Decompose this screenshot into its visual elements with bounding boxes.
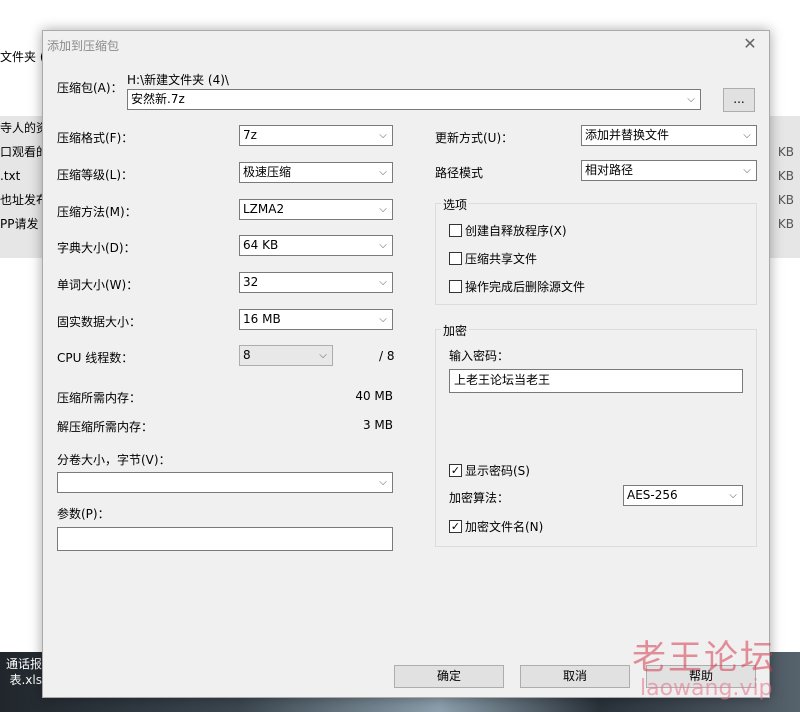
sfx-checkbox[interactable]: 创建自释放程序(X) [449, 222, 567, 239]
path-select[interactable]: 相对路径 ⌵ [581, 160, 757, 181]
word-value: 32 [243, 275, 259, 289]
mem-decompress-label: 解压缩所需内存： [57, 420, 154, 434]
file-name: 寺人的资 [0, 121, 49, 135]
chevron-down-icon: ⌵ [743, 165, 751, 176]
update-label: 更新方式(U)： [435, 131, 514, 145]
cancel-button[interactable]: 取消 [520, 665, 630, 688]
encrypt-names-label: 加密文件名(N) [465, 520, 544, 534]
chevron-down-icon: ⌵ [379, 130, 387, 141]
chevron-down-icon: ⌵ [743, 130, 751, 141]
format-label: 压缩格式(F)： [57, 131, 134, 145]
dict-value: 64 KB [243, 238, 279, 252]
checkbox-icon[interactable] [449, 224, 462, 237]
password-label: 输入密码： [449, 349, 510, 363]
chevron-down-icon: ⌵ [379, 314, 387, 325]
chevron-down-icon: ⌵ [379, 240, 387, 251]
file-size: KB [777, 193, 794, 207]
file-size: KB [777, 145, 794, 159]
format-select[interactable]: 7z ⌵ [239, 125, 393, 146]
solid-select[interactable]: 16 MB ⌵ [239, 309, 393, 330]
word-label: 单词大小(W)： [57, 278, 139, 292]
volume-select[interactable]: ⌵ [57, 472, 393, 493]
checkbox-icon[interactable] [449, 252, 462, 265]
mem-compress-value: 40 MB [355, 389, 393, 403]
chevron-down-icon: ⌵ [379, 477, 387, 488]
browse-button[interactable]: ... [723, 88, 755, 112]
shared-files-checkbox[interactable]: 压缩共享文件 [449, 250, 537, 267]
mem-compress-label: 压缩所需内存： [57, 391, 142, 405]
file-name: 也址发布 [0, 193, 49, 207]
dict-label: 字典大小(D)： [57, 241, 136, 255]
ok-button[interactable]: 确定 [394, 665, 504, 688]
show-password-checkbox[interactable]: 显示密码(S) [449, 462, 530, 479]
format-value: 7z [243, 128, 257, 142]
delete-after-checkbox[interactable]: 操作完成后删除源文件 [449, 278, 585, 295]
shared-files-label: 压缩共享文件 [465, 252, 538, 266]
params-input[interactable] [57, 527, 393, 551]
method-select[interactable]: LZMA2 ⌵ [239, 199, 393, 220]
chevron-down-icon: ⌵ [729, 490, 737, 501]
chevron-down-icon[interactable]: ⌵ [685, 90, 697, 109]
delete-after-label: 操作完成后删除源文件 [465, 280, 586, 294]
checkbox-icon[interactable] [449, 280, 462, 293]
algorithm-label: 加密算法： [449, 491, 510, 505]
path-label: 路径模式 [435, 166, 484, 180]
add-to-archive-dialog: 添加到压缩包 ✕ 压缩包(A)： H:\新建文件夹 (4)\ 安然新.7z ⌵ … [42, 30, 770, 698]
algorithm-value: AES-256 [627, 488, 678, 502]
watermark-logo: 老王论坛 [632, 638, 776, 678]
threads-value: 8 [243, 348, 251, 362]
file-name: 口观看的 [0, 145, 49, 159]
params-label: 参数(P)： [57, 507, 110, 521]
threads-label: CPU 线程数： [57, 351, 134, 365]
level-select[interactable]: 极速压缩 ⌵ [239, 162, 393, 183]
chevron-down-icon: ⌵ [379, 204, 387, 215]
update-select[interactable]: 添加并替换文件 ⌵ [581, 125, 757, 146]
threads-select[interactable]: 8 ⌵ [239, 345, 333, 366]
archive-name-value: 安然新.7z [131, 92, 185, 106]
volume-label: 分卷大小，字节(V)： [57, 453, 171, 467]
dict-select[interactable]: 64 KB ⌵ [239, 235, 393, 256]
dialog-title: 添加到压缩包 [47, 39, 120, 53]
method-value: LZMA2 [243, 202, 285, 216]
update-value: 添加并替换文件 [585, 128, 670, 142]
method-label: 压缩方法(M)： [57, 205, 137, 219]
archive-path: H:\新建文件夹 (4)\ [127, 73, 229, 87]
solid-value: 16 MB [243, 312, 281, 326]
sfx-label: 创建自释放程序(X) [465, 224, 567, 238]
encrypt-names-checkbox[interactable]: 加密文件名(N) [449, 518, 543, 535]
chevron-down-icon: ⌵ [379, 277, 387, 288]
options-title: 选项 [441, 196, 470, 213]
archive-label: 压缩包(A)： [57, 81, 123, 95]
checkbox-checked-icon[interactable] [449, 520, 462, 533]
archive-name-combo[interactable]: 安然新.7z ⌵ [127, 89, 701, 110]
level-value: 极速压缩 [243, 165, 292, 179]
close-icon[interactable]: ✕ [741, 34, 759, 54]
chevron-down-icon: ⌵ [319, 350, 327, 361]
file-name: .txt [0, 169, 21, 183]
checkbox-checked-icon[interactable] [449, 464, 462, 477]
encryption-title: 加密 [441, 322, 470, 339]
file-name: PP请发 [0, 217, 39, 231]
word-select[interactable]: 32 ⌵ [239, 272, 393, 293]
file-size: KB [777, 217, 794, 231]
level-label: 压缩等级(L)： [57, 168, 134, 182]
threads-max: / 8 [379, 349, 395, 363]
watermark-url: laowang.vip [640, 676, 773, 701]
password-input[interactable]: 上老王论坛当老王 [449, 369, 743, 393]
file-size: KB [777, 169, 794, 183]
path-value: 相对路径 [585, 163, 634, 177]
algorithm-select[interactable]: AES-256 ⌵ [623, 485, 743, 506]
show-password-label: 显示密码(S) [465, 464, 530, 478]
desktop-file-label[interactable]: 通话报 表.xls [0, 656, 44, 688]
solid-label: 固实数据大小： [57, 315, 142, 329]
mem-decompress-value: 3 MB [362, 418, 393, 432]
chevron-down-icon: ⌵ [379, 167, 387, 178]
